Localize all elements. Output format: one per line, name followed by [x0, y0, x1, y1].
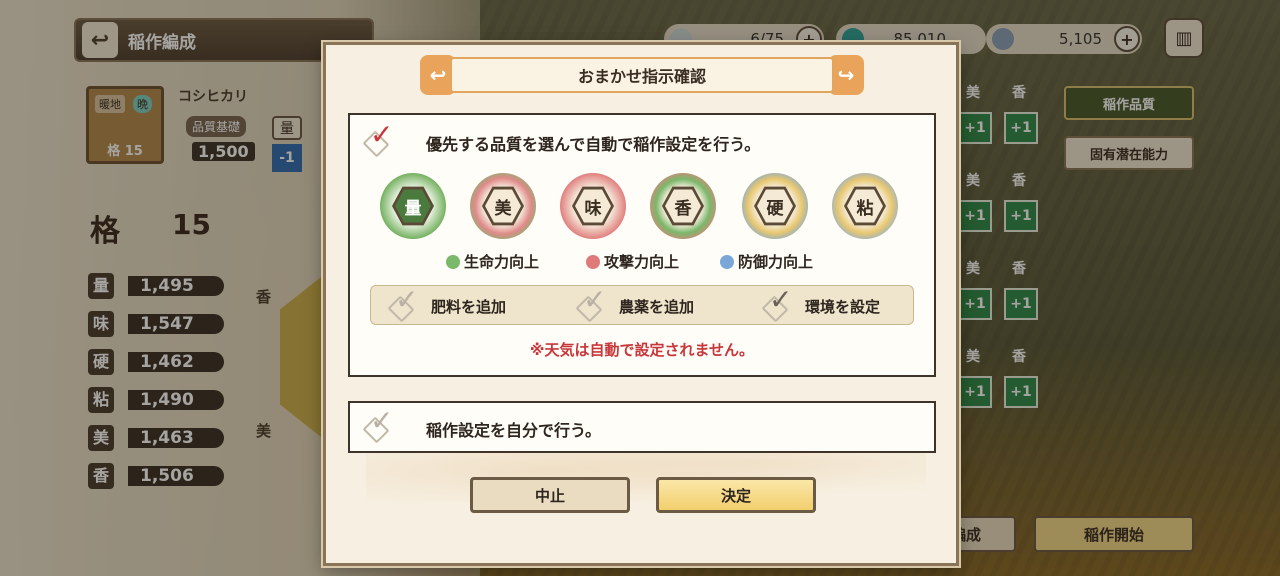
quality-stickiness-button[interactable]: 粘 — [832, 173, 898, 239]
cancel-button[interactable]: 中止 — [470, 477, 630, 513]
hex-frame: 量 — [392, 186, 434, 226]
option1-checkbox[interactable]: ✓ — [362, 121, 396, 158]
dialog-title: おまかせ指示確認 — [450, 57, 834, 93]
pesticide-checkbox[interactable]: ✓ — [575, 286, 609, 323]
quality-label: 香 — [665, 189, 701, 223]
quality-label: 粘 — [847, 189, 883, 223]
sub-option-label: 農薬を追加 — [619, 297, 695, 316]
option-auto-setting[interactable]: ✓ 優先する品質を選んで自動で稲作設定を行う。 量 美 味 香 硬 粘 生命力向… — [348, 113, 936, 377]
hex-frame: 粘 — [844, 186, 886, 226]
hex-frame: 硬 — [754, 186, 796, 226]
quality-aroma-button[interactable]: 香 — [650, 173, 716, 239]
hex-frame: 美 — [482, 186, 524, 226]
fertilizer-checkbox[interactable]: ✓ — [387, 286, 421, 323]
option2-checkbox[interactable]: ✓ — [362, 407, 396, 444]
environment-checkbox[interactable]: ✓ — [761, 286, 795, 323]
quality-label: 硬 — [757, 189, 793, 223]
blue-dot-icon — [720, 254, 734, 269]
quality-label: 味 — [575, 189, 611, 223]
option1-text: 優先する品質を選んで自動で稲作設定を行う。 — [426, 135, 761, 154]
hex-frame: 香 — [662, 186, 704, 226]
confirm-button[interactable]: 決定 — [656, 477, 816, 513]
weather-notice: ※天気は自動で設定されません。 — [529, 341, 755, 359]
quality-taste-button[interactable]: 味 — [560, 173, 626, 239]
sub-option-label: 肥料を追加 — [431, 297, 507, 316]
check-icon: ✓ — [370, 118, 394, 151]
quality-quantity-button[interactable]: 量 — [380, 173, 446, 239]
sub-options-bar: ✓ 肥料を追加 ✓ 農薬を追加 ✓ 環境を設定 — [370, 285, 914, 325]
set-environment-option[interactable]: ✓ 環境を設定 — [761, 286, 881, 323]
quality-beauty-button[interactable]: 美 — [470, 173, 536, 239]
quality-hardness-button[interactable]: 硬 — [742, 173, 808, 239]
check-icon: ✓ — [395, 283, 419, 316]
legend-text: 生命力向上 — [464, 253, 540, 271]
sub-option-label: 環境を設定 — [805, 297, 881, 316]
legend-attack: 攻撃力向上 — [586, 251, 679, 272]
option-manual-setting[interactable]: ✓ 稲作設定を自分で行う。 — [348, 401, 936, 453]
hex-frame: 味 — [572, 186, 614, 226]
add-pesticide-option[interactable]: ✓ 農薬を追加 — [575, 286, 695, 323]
quality-label: 美 — [485, 189, 521, 223]
legend-text: 防御力向上 — [738, 253, 814, 271]
quality-label: 量 — [395, 189, 431, 223]
check-icon: ✓ — [583, 283, 607, 316]
red-dot-icon — [586, 254, 600, 269]
legend-text: 攻撃力向上 — [604, 253, 680, 271]
legend-defense: 防御力向上 — [720, 251, 813, 272]
legend-life: 生命力向上 — [446, 251, 539, 272]
auto-instruction-dialog: ↩ ↪ おまかせ指示確認 ✓ 優先する品質を選んで自動で稲作設定を行う。 量 美… — [323, 42, 959, 566]
option2-text: 稲作設定を自分で行う。 — [426, 421, 602, 440]
green-dot-icon — [446, 254, 460, 269]
check-icon: ✓ — [769, 283, 793, 316]
check-icon: ✓ — [370, 404, 394, 437]
add-fertilizer-option[interactable]: ✓ 肥料を追加 — [387, 286, 507, 323]
